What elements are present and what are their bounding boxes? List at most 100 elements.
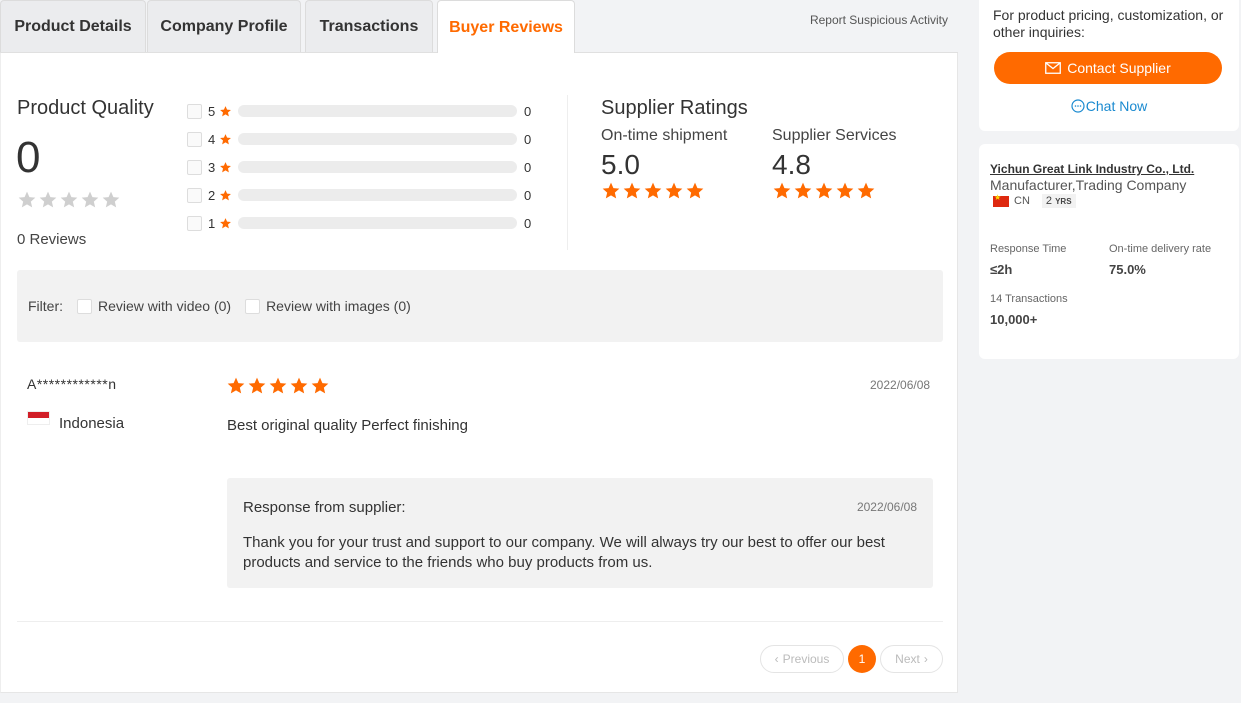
filter-images-checkbox[interactable] <box>245 298 261 314</box>
years-value: 2 <box>1045 195 1053 207</box>
report-suspicious-link[interactable]: Report Suspicious Activity <box>810 13 948 27</box>
previous-label: Previous <box>782 652 830 666</box>
star-icon <box>102 191 120 208</box>
ontime-shipment-value: 5.0 <box>601 149 640 180</box>
tab-company-profile[interactable]: Company Profile <box>147 0 301 52</box>
supplier-services-rating: Supplier Services 4.8 <box>772 127 897 201</box>
star-level: 5 <box>208 103 216 119</box>
star-icon <box>39 191 57 208</box>
filter-video-checkbox[interactable] <box>77 298 92 314</box>
star-icon <box>220 105 231 116</box>
response-label: Response from supplier: <box>243 499 406 516</box>
star-level: 1 <box>208 215 216 231</box>
star-icon <box>227 377 245 394</box>
chat-now-link[interactable]: Chat Now <box>979 98 1239 114</box>
supplier-ratings-title: Supplier Ratings <box>601 97 748 119</box>
contact-card: For product pricing, customization, or o… <box>979 0 1239 131</box>
contact-supplier-label: Contact Supplier <box>1067 60 1171 76</box>
star-icon <box>60 191 78 208</box>
rating-count: 0 <box>524 103 532 119</box>
star-filter-checkbox[interactable] <box>187 215 202 231</box>
delivery-rate-label: On-time delivery rate <box>1109 243 1212 255</box>
tab-buyer-reviews[interactable]: Buyer Reviews <box>437 0 575 54</box>
star-filter-checkbox[interactable] <box>187 159 202 175</box>
tab-bar: Product Details Company Profile Transact… <box>0 0 958 54</box>
chevron-left-icon: ‹ <box>774 652 779 666</box>
reviewer-name: A************n <box>27 376 117 392</box>
star-icon <box>269 377 287 394</box>
contact-supplier-button[interactable]: Contact Supplier <box>994 52 1222 84</box>
reviewer-country: Indonesia <box>59 415 125 432</box>
review-text: Best original quality Perfect finishing <box>227 417 468 434</box>
filter-images-label: Review with images (0) <box>266 298 411 314</box>
star-icon <box>644 182 662 199</box>
tab-transactions[interactable]: Transactions <box>305 0 433 52</box>
rating-bar <box>238 161 517 173</box>
review-count: 0 Reviews <box>17 231 87 248</box>
pagination: ‹ Previous 1 Next › <box>760 645 943 673</box>
star-icon <box>18 191 36 208</box>
star-level: 4 <box>208 131 216 147</box>
response-time-label: Response Time <box>990 243 1067 255</box>
star-icon <box>794 182 812 199</box>
review-stars <box>226 376 330 396</box>
divider <box>17 621 943 622</box>
rating-bar <box>238 189 517 201</box>
star-icon <box>665 182 683 199</box>
star-icon <box>220 161 231 172</box>
rating-count: 0 <box>524 131 532 147</box>
star-filter-checkbox[interactable] <box>187 187 202 203</box>
star-filter-row[interactable]: 1 0 <box>187 209 531 237</box>
star-icon <box>81 191 99 208</box>
company-name-link[interactable]: Yichun Great Link Industry Co., Ltd. <box>990 162 1194 176</box>
rating-count: 0 <box>524 187 532 203</box>
mail-icon <box>1045 62 1062 74</box>
company-meta: CN 2 YRS <box>993 193 1076 208</box>
chevron-right-icon: › <box>923 652 928 666</box>
years-unit: YRS <box>1055 197 1072 206</box>
response-time-value: ≤2h <box>990 262 1013 277</box>
rating-count: 0 <box>524 215 532 231</box>
divider <box>567 95 568 250</box>
star-distribution: 5 0 4 0 3 0 2 0 1 0 <box>187 97 531 237</box>
previous-button[interactable]: ‹ Previous <box>760 645 844 673</box>
star-filter-row[interactable]: 5 0 <box>187 97 531 125</box>
company-type: Manufacturer,Trading Company <box>990 177 1187 193</box>
supplier-services-value: 4.8 <box>772 149 811 180</box>
star-filter-checkbox[interactable] <box>187 103 202 119</box>
star-level: 3 <box>208 159 216 175</box>
next-button[interactable]: Next › <box>880 645 943 673</box>
filter-video-option[interactable]: Review with video (0) <box>77 298 231 314</box>
rating-bar <box>238 133 517 145</box>
star-filter-row[interactable]: 4 0 <box>187 125 531 153</box>
chat-now-label: Chat Now <box>1085 98 1148 114</box>
page-1-button[interactable]: 1 <box>848 645 876 673</box>
country-code: CN <box>1014 195 1030 207</box>
chat-icon <box>1071 99 1085 113</box>
ontime-shipment-stars <box>601 181 727 201</box>
star-icon <box>248 377 266 394</box>
star-icon <box>290 377 308 394</box>
tab-product-details[interactable]: Product Details <box>0 0 146 52</box>
indonesia-flag-icon <box>27 411 50 425</box>
star-icon <box>623 182 641 199</box>
review-filter-bar: Filter: Review with video (0) Review wit… <box>17 270 943 342</box>
next-label: Next <box>895 652 920 666</box>
rating-count: 0 <box>524 159 532 175</box>
response-text: Thank you for your trust and support to … <box>243 534 885 571</box>
filter-images-option[interactable]: Review with images (0) <box>245 298 411 314</box>
star-filter-checkbox[interactable] <box>187 131 202 147</box>
filter-label: Filter: <box>28 298 63 314</box>
rating-bar <box>238 105 517 117</box>
ontime-shipment-rating: On-time shipment 5.0 <box>601 127 727 201</box>
product-quality-stars <box>17 190 121 210</box>
review-date: 2022/06/08 <box>870 378 931 392</box>
product-quality-title: Product Quality <box>17 97 154 119</box>
star-filter-row[interactable]: 3 0 <box>187 153 531 181</box>
star-filter-row[interactable]: 2 0 <box>187 181 531 209</box>
china-flag-icon <box>993 193 1009 207</box>
star-icon <box>220 189 231 200</box>
star-level: 2 <box>208 187 216 203</box>
company-card: Yichun Great Link Industry Co., Ltd. Man… <box>979 144 1239 359</box>
rating-bar <box>238 217 517 229</box>
